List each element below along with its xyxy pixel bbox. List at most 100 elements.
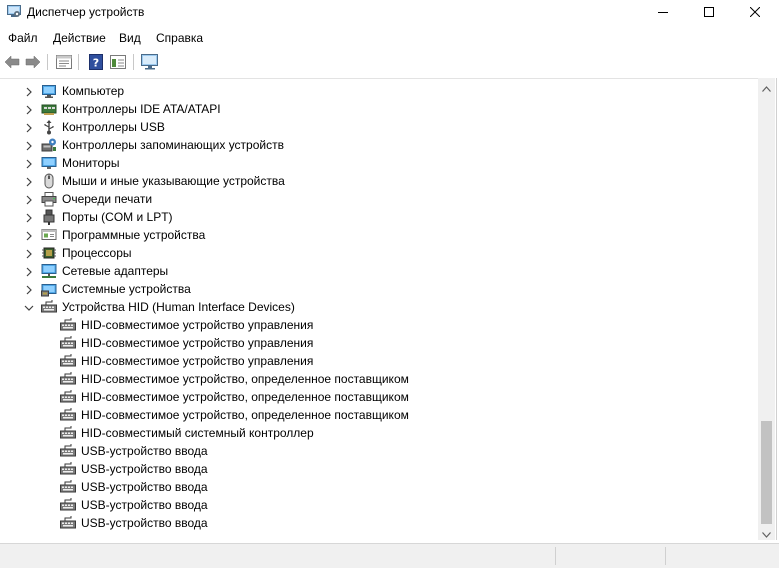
system-device-icon <box>41 281 57 297</box>
hid-icon <box>60 479 76 495</box>
properties-button[interactable] <box>54 52 74 72</box>
menu-file[interactable]: Файл <box>8 31 38 45</box>
tree-item-label: Мыши и иные указывающие устройства <box>62 174 285 188</box>
hid-icon <box>60 353 76 369</box>
chevron-right-icon[interactable] <box>24 140 34 151</box>
chevron-right-icon[interactable] <box>24 266 34 277</box>
menu-action[interactable]: Действие <box>53 31 106 45</box>
tree-category[interactable]: Мониторы <box>0 154 758 172</box>
svg-text:?: ? <box>93 57 99 70</box>
tree-item-label: Порты (COM и LPT) <box>62 210 173 224</box>
menu-view[interactable]: Вид <box>119 31 141 45</box>
tree-category[interactable]: Процессоры <box>0 244 758 262</box>
toolbar-separator <box>133 54 134 70</box>
usb-icon <box>41 119 57 135</box>
window-border <box>776 78 777 540</box>
tree-device[interactable]: USB-устройство ввода <box>0 442 758 460</box>
tree-category[interactable]: Устройства HID (Human Interface Devices) <box>0 298 758 316</box>
tree-category[interactable]: Сетевые адаптеры <box>0 262 758 280</box>
tree-item-label: Контроллеры IDE ATA/ATAPI <box>62 102 221 116</box>
chevron-right-icon[interactable] <box>24 230 34 241</box>
processor-icon <box>41 245 57 261</box>
chevron-right-icon[interactable] <box>24 86 34 97</box>
tree-device[interactable]: USB-устройство ввода <box>0 514 758 532</box>
tree-item-label: HID-совместимое устройство, определенное… <box>81 408 409 422</box>
tree-device[interactable]: HID-совместимый системный контроллер <box>0 424 758 442</box>
ide-controller-icon <box>41 101 57 117</box>
monitor-icon <box>41 155 57 171</box>
scrollbar-thumb[interactable] <box>761 421 772 524</box>
minimize-button[interactable] <box>640 0 686 24</box>
tree-category[interactable]: Контроллеры USB <box>0 118 758 136</box>
forward-button[interactable] <box>23 52 43 72</box>
view-button[interactable] <box>108 52 128 72</box>
minimize-icon <box>658 12 668 13</box>
tree-category[interactable]: Очереди печати <box>0 190 758 208</box>
tree-item-label: USB-устройство ввода <box>81 444 208 458</box>
tree-item-label: Очереди печати <box>62 192 153 206</box>
tree-category[interactable]: Контроллеры IDE ATA/ATAPI <box>0 100 758 118</box>
tree-device[interactable]: HID-совместимое устройство управления <box>0 316 758 334</box>
tree-item-label: Устройства HID (Human Interface Devices) <box>62 300 295 314</box>
hid-icon <box>41 299 57 315</box>
chevron-right-icon[interactable] <box>24 104 34 115</box>
tree-category[interactable]: Программные устройства <box>0 226 758 244</box>
chevron-right-icon[interactable] <box>24 212 34 223</box>
chevron-right-icon[interactable] <box>24 248 34 259</box>
vertical-scrollbar[interactable] <box>758 78 775 540</box>
scroll-down-icon[interactable] <box>762 527 771 541</box>
menu-bar: Файл Действие Вид Справка <box>0 28 779 48</box>
scan-hardware-button[interactable] <box>140 52 160 72</box>
hid-icon <box>60 407 76 423</box>
hid-icon <box>60 389 76 405</box>
hid-icon <box>60 443 76 459</box>
tree-item-label: HID-совместимое устройство, определенное… <box>81 372 409 386</box>
help-button[interactable]: ? <box>86 52 106 72</box>
window-title: Диспетчер устройств <box>27 5 145 19</box>
toolbar-separator <box>78 54 79 70</box>
tree-device[interactable]: HID-совместимое устройство, определенное… <box>0 406 758 424</box>
menu-help[interactable]: Справка <box>156 31 203 45</box>
tree-item-label: Процессоры <box>62 246 132 260</box>
tree-item-label: Программные устройства <box>62 228 206 242</box>
hid-icon <box>60 497 76 513</box>
tree-item-label: HID-совместимое устройство управления <box>81 354 314 368</box>
properties-icon <box>56 55 72 69</box>
forward-icon <box>25 55 41 69</box>
tree-device[interactable]: USB-устройство ввода <box>0 460 758 478</box>
chevron-right-icon[interactable] <box>24 194 34 205</box>
tree-device[interactable]: HID-совместимое устройство, определенное… <box>0 370 758 388</box>
toolbar: ? <box>0 50 779 74</box>
tree-category[interactable]: Мыши и иные указывающие устройства <box>0 172 758 190</box>
tree-device[interactable]: USB-устройство ввода <box>0 496 758 514</box>
device-tree[interactable]: Компьютер Контроллеры IDE ATA/ATAPI Контро… <box>0 78 758 541</box>
tree-device[interactable]: HID-совместимое устройство, определенное… <box>0 388 758 406</box>
tree-item-label: Мониторы <box>62 156 120 170</box>
close-button[interactable] <box>732 0 778 24</box>
chevron-right-icon[interactable] <box>24 284 34 295</box>
tree-category[interactable]: Порты (COM и LPT) <box>0 208 758 226</box>
tree-item-label: USB-устройство ввода <box>81 498 208 512</box>
tree-category[interactable]: Системные устройства <box>0 280 758 298</box>
scroll-up-icon[interactable] <box>762 81 771 95</box>
chevron-down-icon[interactable] <box>24 302 34 312</box>
tree-item-label: USB-устройство ввода <box>81 516 208 530</box>
tree-category[interactable]: Компьютер <box>0 82 758 100</box>
tree-device[interactable]: HID-совместимое устройство управления <box>0 334 758 352</box>
chevron-right-icon[interactable] <box>24 176 34 187</box>
chevron-right-icon[interactable] <box>24 158 34 169</box>
maximize-button[interactable] <box>686 0 732 24</box>
hid-icon <box>60 371 76 387</box>
computer-icon <box>41 83 57 99</box>
back-button[interactable] <box>2 52 22 72</box>
hid-icon <box>60 317 76 333</box>
title-bar[interactable]: Диспетчер устройств <box>0 0 779 26</box>
tree-category[interactable]: Контроллеры запоминающих устройств <box>0 136 758 154</box>
chevron-right-icon[interactable] <box>24 122 34 133</box>
back-icon <box>4 55 20 69</box>
tree-item-label: Сетевые адаптеры <box>62 264 169 278</box>
status-bar <box>0 543 779 568</box>
tree-device[interactable]: USB-устройство ввода <box>0 478 758 496</box>
tree-device[interactable]: HID-совместимое устройство управления <box>0 352 758 370</box>
maximize-icon <box>704 7 714 17</box>
